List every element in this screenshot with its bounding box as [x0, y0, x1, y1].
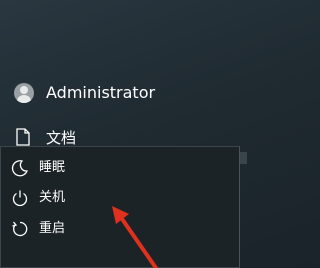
user-name: Administrator — [46, 83, 156, 102]
restart-icon — [12, 221, 28, 237]
user-avatar-icon — [14, 83, 34, 103]
power-menu: 睡眠 关机 重启 — [0, 146, 240, 268]
start-menu-panel: Administrator 文档 睡眠 关机 重启 — [0, 0, 247, 268]
restart-button[interactable]: 重启 — [1, 214, 239, 244]
sleep-button[interactable]: 睡眠 — [1, 153, 239, 183]
document-icon — [16, 128, 30, 146]
power-icon — [12, 190, 28, 207]
moon-icon — [11, 160, 28, 177]
documents-label: 文档 — [46, 129, 77, 147]
scrollbar-edge — [240, 152, 247, 164]
shutdown-button[interactable]: 关机 — [1, 183, 239, 213]
shutdown-label: 关机 — [39, 190, 66, 205]
sleep-label: 睡眠 — [39, 160, 66, 175]
restart-label: 重启 — [39, 221, 66, 236]
user-account-button[interactable]: Administrator — [0, 78, 247, 108]
